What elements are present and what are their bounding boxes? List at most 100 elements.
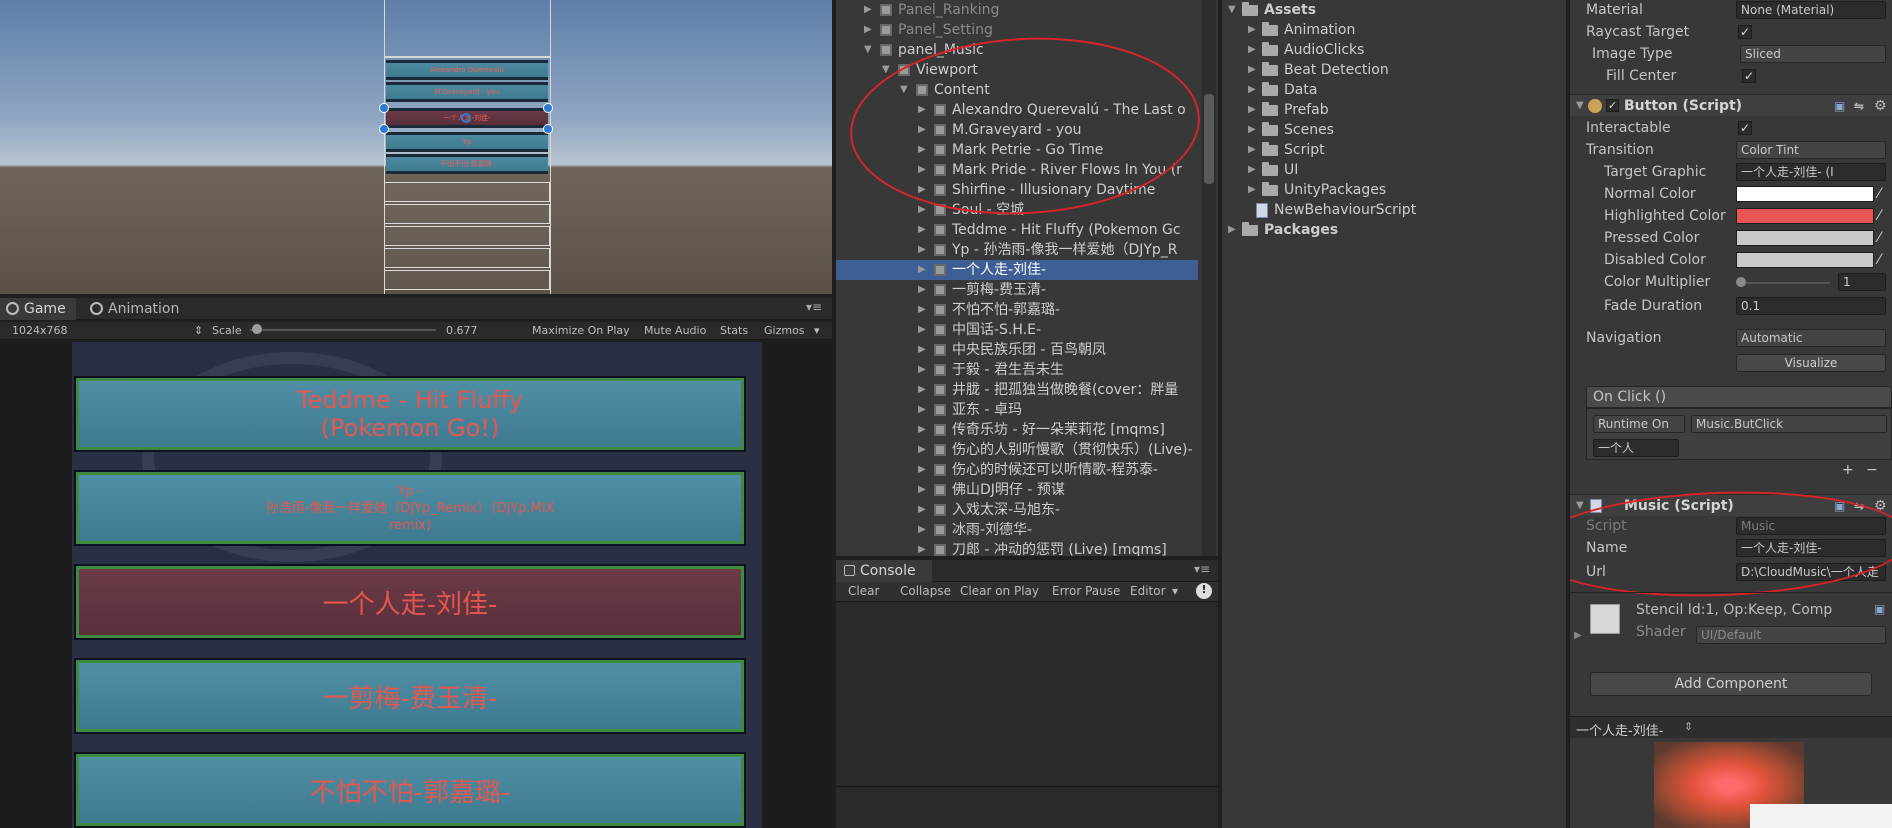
expand-arrow-icon[interactable]: ▶ [1248,60,1256,80]
music-item[interactable]: Yp - 孙浩雨-像我一样爱她（DJYp_Remix）（DjYp.MiX rem… [74,470,746,546]
help-book-icon[interactable]: ▣ [1834,495,1845,517]
expand-arrow-icon[interactable]: ▶ [1248,120,1256,140]
expand-arrow-icon[interactable]: ▶ [1248,80,1256,100]
eyedropper-icon[interactable]: ⁄ [1878,184,1880,204]
hierarchy-row[interactable]: ▶ 中央民族乐团 - 百鸟朝凤 [836,340,1198,360]
scene-item[interactable]: Yp [386,132,548,152]
url-field[interactable]: D:\CloudMusic\一个人走 [1736,563,1886,581]
runtime-dropdown[interactable]: Runtime On [1593,415,1685,433]
hierarchy-row[interactable]: ▼ Content [836,80,1198,100]
expand-arrow-icon[interactable]: ▶ [1248,100,1256,120]
console-error-pause-button[interactable]: Error Pause [1052,584,1120,598]
material-field[interactable]: None (Material) [1736,1,1886,19]
hierarchy-scrollbar[interactable] [1202,0,1216,556]
game-canvas[interactable]: Teddme - Hit Fluffy (Pokemon Go!) Yp - 孙… [72,342,762,828]
eyedropper-icon[interactable]: ⁄ [1878,250,1880,270]
expand-arrow-right-icon[interactable]: ▶ [918,340,930,360]
hierarchy-row[interactable]: ▶ Panel_Setting [836,20,1198,40]
hierarchy-row[interactable]: ▶ 于毅 - 君生吾未生 [836,360,1198,380]
console-clear-button[interactable]: Clear [848,584,879,598]
rect-handle[interactable] [543,124,553,134]
pivot-handle[interactable] [461,113,471,123]
button-component-header[interactable]: ▼ ✓ Button (Script) ▣ ⇋ ⚙ [1570,94,1892,116]
hierarchy-row[interactable]: ▶ Mark Petrie - Go Time [836,140,1198,160]
hierarchy-row[interactable]: ▶ 一个人走-刘佳- [836,260,1198,280]
expand-arrow-right-icon[interactable]: ▶ [918,140,930,160]
music-item[interactable]: 一剪梅-费玉清- [74,658,746,734]
expand-arrow-right-icon[interactable]: ▶ [918,400,930,420]
hierarchy-row[interactable]: ▶ Shirfine - Illusionary Daytime [836,180,1198,200]
function-dropdown[interactable]: Music.ButClick [1691,415,1887,433]
expand-arrow-right-icon[interactable]: ▶ [918,500,930,520]
inspector-panel[interactable]: Material None (Material) Raycast Target … [1570,0,1892,828]
hierarchy-row[interactable]: ▼ panel_Music [836,40,1198,60]
mute-audio-button[interactable]: Mute Audio [644,324,706,337]
expand-arrow-icon[interactable]: ▶ [1248,160,1256,180]
help-book-icon[interactable]: ▣ [1874,602,1885,616]
console-editor-dropdown[interactable]: Editor [1130,584,1166,598]
scene-view[interactable]: Alexandro Querevalú M.Graveyard - you 一个… [0,0,832,294]
shader-dropdown[interactable]: UI/Default [1696,626,1886,644]
hierarchy-row[interactable]: ▼ Viewport [836,60,1198,80]
expand-arrow-right-icon[interactable]: ▶ [918,320,930,340]
hierarchy-row[interactable]: ▶ Teddme - Hit Fluffy (Pokemon Gc [836,220,1198,240]
expand-arrow-right-icon[interactable]: ▶ [918,540,930,556]
scene-item[interactable]: 不怕不怕-郭嘉璐- [386,154,548,174]
expand-arrow-icon[interactable]: ▶ [1248,140,1256,160]
disabled-color-swatch[interactable] [1736,252,1874,268]
expand-arrow-right-icon[interactable]: ▶ [918,220,930,240]
image-type-dropdown[interactable]: Sliced [1740,45,1886,63]
fade-duration-field[interactable]: 0.1 [1736,297,1886,315]
preset-sliders-icon[interactable]: ⇋ [1854,95,1864,117]
hierarchy-row[interactable]: ▶ 入戏太深-马旭东- [836,500,1198,520]
expand-arrow-right-icon[interactable]: ▶ [918,200,930,220]
project-panel[interactable]: ▼ Assets ▶ Animation ▶ AudioClicks ▶ Beat Det… [1222,0,1566,828]
navigation-dropdown[interactable]: Automatic [1736,329,1886,347]
expand-arrow-right-icon[interactable]: ▶ [864,0,876,20]
expand-arrow-right-icon[interactable]: ▶ [918,280,930,300]
hierarchy-row[interactable]: ▶ Soul - 空城 [836,200,1198,220]
help-book-icon[interactable]: ▣ [1834,95,1845,117]
normal-color-swatch[interactable] [1736,186,1874,202]
resolution-dropdown[interactable]: 1024x768 [12,324,68,337]
hierarchy-row[interactable]: ▶ 井胧 - 把孤独当做晚餐(cover：胖量 [836,380,1198,400]
name-field[interactable]: 一个人走-刘佳- [1736,539,1886,557]
stats-button[interactable]: Stats [720,324,748,337]
raycast-checkbox[interactable]: ✓ [1738,25,1752,39]
console-clear-on-play-button[interactable]: Clear on Play [960,584,1039,598]
transition-dropdown[interactable]: Color Tint [1736,141,1886,159]
rect-handle[interactable] [379,103,389,113]
hierarchy-row[interactable]: ▶ 伤心的时候还可以听情歌-程苏泰- [836,460,1198,480]
expand-arrow-right-icon[interactable]: ▶ [918,460,930,480]
expand-arrow-right-icon[interactable]: ▶ [918,300,930,320]
fill-center-checkbox[interactable]: ✓ [1742,69,1756,83]
expand-arrow-right-icon[interactable]: ▶ [918,260,930,280]
expand-arrow-down-icon[interactable]: ▼ [882,60,894,80]
rect-handle[interactable] [543,103,553,113]
maximize-on-play-button[interactable]: Maximize On Play [532,324,630,337]
scale-slider-track[interactable] [250,329,436,331]
component-enabled-checkbox[interactable]: ✓ [1606,99,1619,112]
panel-menu-icon[interactable]: ▾≡ [1194,562,1210,576]
eyedropper-icon[interactable]: ⁄ [1878,228,1880,248]
expand-arrow-icon[interactable]: ▼ [1576,95,1584,117]
music-component-header[interactable]: ▼ Music (Script) ▣ ⇋ ⚙ [1570,494,1892,516]
expand-arrow-right-icon[interactable]: ▶ [918,100,930,120]
expand-arrow-down-icon[interactable]: ▼ [900,80,912,100]
tab-animation[interactable]: Animation [84,298,194,320]
add-listener-icon[interactable]: + [1842,462,1854,478]
expand-arrow-icon[interactable]: ▼ [1228,0,1236,20]
music-item[interactable]: 不怕不怕-郭嘉璐- [74,752,746,828]
expand-arrow-right-icon[interactable]: ▶ [918,180,930,200]
hierarchy-scrollbar-thumb[interactable] [1204,94,1214,184]
hierarchy-row[interactable]: ▶ Panel_Ranking [836,0,1198,20]
add-component-button[interactable]: Add Component [1590,672,1872,696]
expand-arrow-right-icon[interactable]: ▶ [864,20,876,40]
gear-icon[interactable]: ⚙ [1874,495,1887,517]
tab-game[interactable]: Game [0,298,76,320]
expand-arrow-right-icon[interactable]: ▶ [918,480,930,500]
scene-item[interactable]: M.Graveyard - you [386,82,548,102]
hierarchy-row[interactable]: ▶ 冰雨-刘德华- [836,520,1198,540]
expand-arrow-right-icon[interactable]: ▶ [918,440,930,460]
expand-arrow-right-icon[interactable]: ▶ [918,420,930,440]
